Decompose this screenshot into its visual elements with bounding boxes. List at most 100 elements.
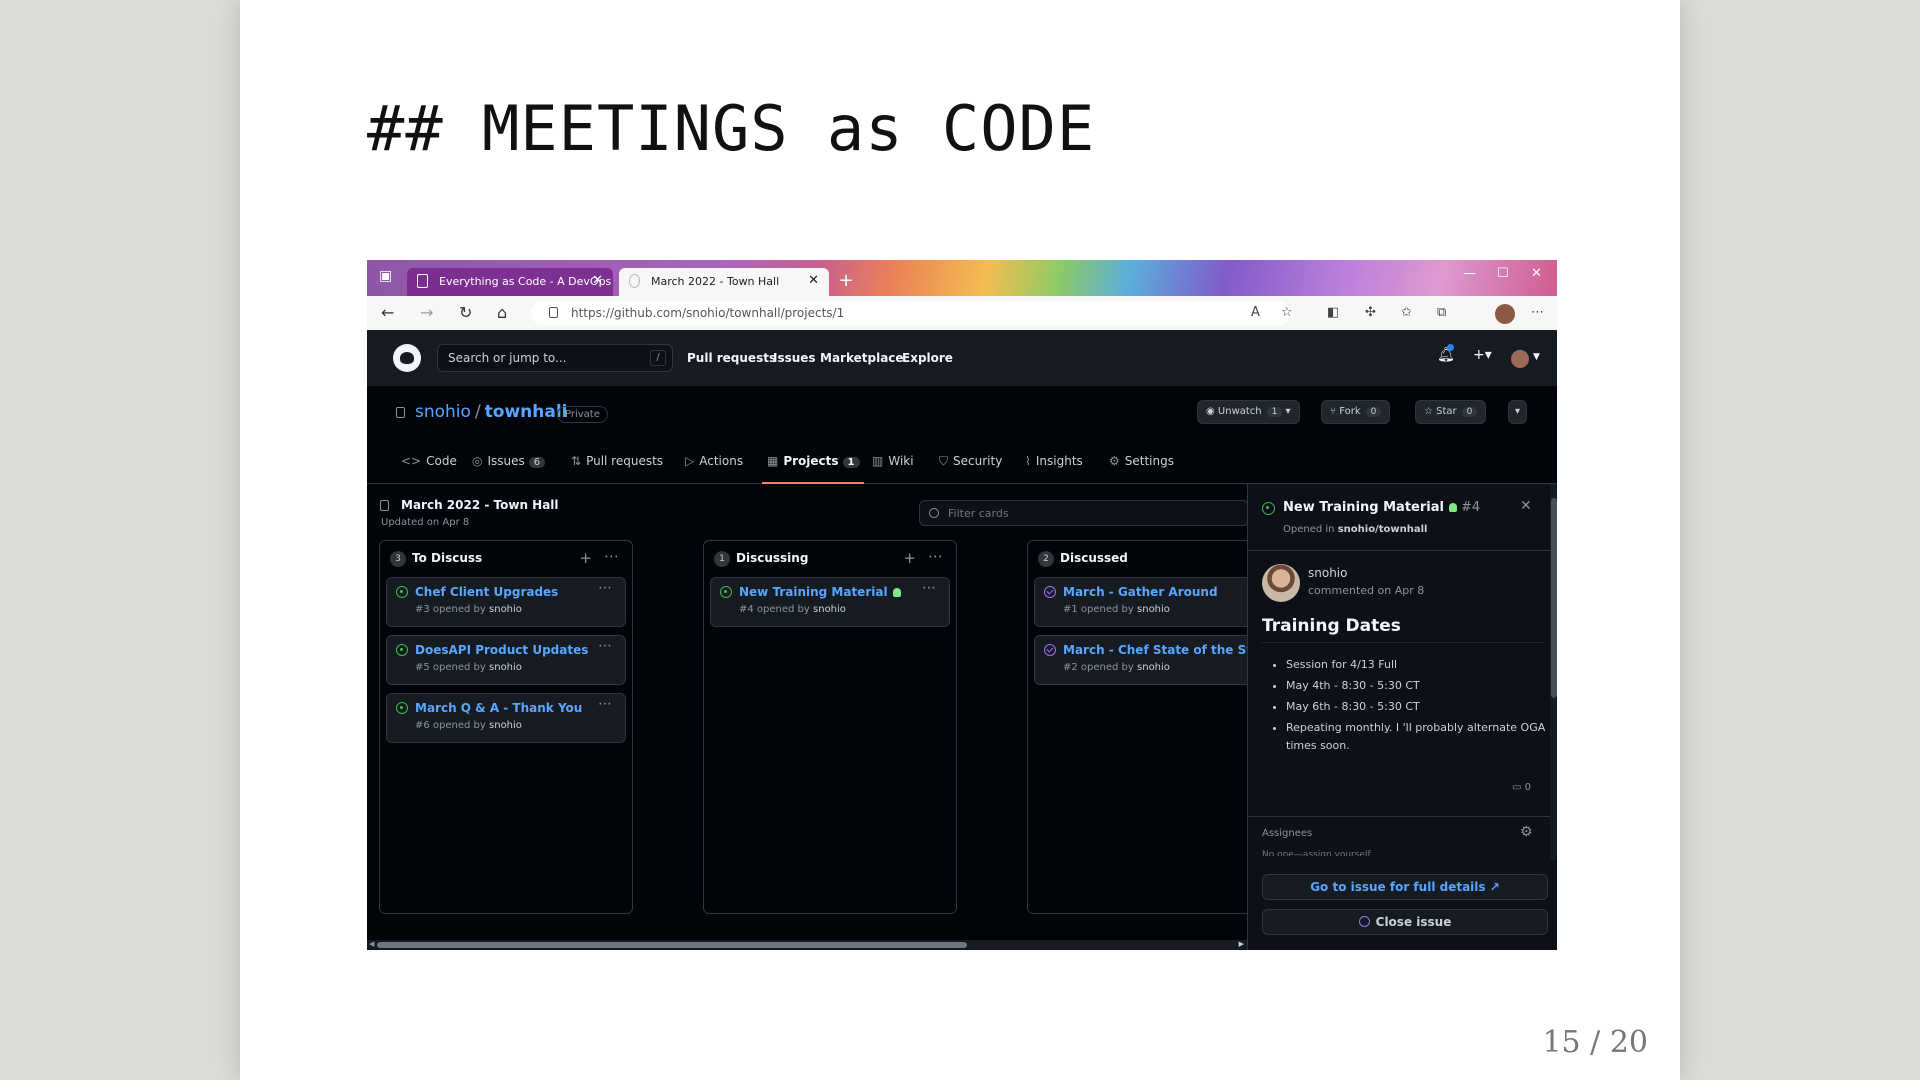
star-dropdown-button[interactable]: ▾ — [1508, 400, 1528, 424]
tab-security[interactable]: ⛉ Security — [939, 454, 1002, 469]
nav-explore[interactable]: Explore — [902, 351, 953, 365]
more-icon[interactable]: ⋯ — [1531, 305, 1544, 320]
avatar[interactable] — [1511, 350, 1529, 368]
card-menu-icon[interactable]: ⋯ — [598, 580, 613, 596]
card-author[interactable]: snohio — [1137, 662, 1170, 673]
nav-marketplace[interactable]: Marketplace — [820, 351, 904, 365]
assignees-value[interactable]: No one—assign yourself — [1262, 850, 1371, 856]
browser-tab-inactive[interactable]: Everything as Code - A DevOps I ✕ — [407, 268, 613, 296]
add-card-button[interactable]: + — [579, 549, 592, 567]
gear-icon[interactable]: ⚙ — [1520, 824, 1533, 840]
issue-card[interactable]: New Training Material #4 opened by snohi… — [710, 577, 950, 627]
card-author[interactable]: snohio — [489, 604, 522, 615]
pull-request-icon: ⇅ — [571, 454, 582, 468]
chevron-down-icon[interactable]: ▼ — [1533, 352, 1540, 362]
visibility-badge: Private — [557, 406, 608, 423]
card-author[interactable]: snohio — [813, 604, 846, 615]
search-input[interactable]: Search or jump to... / — [437, 344, 673, 372]
card-author[interactable]: snohio — [1137, 604, 1170, 615]
create-new-icon[interactable]: +▾ — [1473, 347, 1492, 363]
tab-pull-requests[interactable]: ⇅ Pull requests — [571, 454, 663, 468]
tab-projects[interactable]: ▦ Projects 1 — [767, 454, 860, 468]
scrollbar-thumb[interactable] — [1551, 498, 1557, 698]
card-title[interactable]: March - Chef State of the State — [1063, 643, 1274, 657]
card-meta: #5 opened by snohio — [415, 662, 522, 673]
comment-count[interactable]: ▭ 0 — [1512, 782, 1531, 793]
forward-icon[interactable]: → — [420, 303, 433, 322]
tab-insights[interactable]: ⌇ Insights — [1025, 454, 1083, 468]
nav-pull-requests[interactable]: Pull requests — [687, 351, 776, 365]
card-menu-icon[interactable]: ⋯ — [598, 638, 613, 654]
scroll-left-icon[interactable]: ◀ — [369, 940, 374, 948]
go-to-issue-button[interactable]: Go to issue for full details ↗ — [1262, 874, 1548, 900]
issue-card[interactable]: DoesAPI Product Updates #5 opened by sno… — [386, 635, 626, 685]
new-tab-button[interactable]: + — [835, 272, 857, 292]
issue-card[interactable]: March - Chef State of the State #2 opene… — [1034, 635, 1274, 685]
tab-actions[interactable]: ▷ Actions — [685, 454, 743, 468]
horizontal-scrollbar[interactable]: ◀ ▶ — [367, 940, 1247, 950]
slide: ## MEETINGS as CODE ▣ Everything as Code… — [240, 0, 1680, 1080]
avatar[interactable] — [1262, 564, 1300, 602]
card-author[interactable]: snohio — [489, 720, 522, 731]
home-icon[interactable]: ⌂ — [497, 303, 507, 322]
card-meta: #3 opened by snohio — [415, 604, 522, 615]
nav-issues[interactable]: Issues — [773, 351, 816, 365]
lock-icon — [549, 307, 558, 318]
card-title[interactable]: March - Gather Around — [1063, 585, 1218, 599]
maximize-icon[interactable]: ☐ — [1497, 266, 1509, 281]
card-title[interactable]: March Q & A - Thank You — [415, 701, 582, 715]
github-logo-icon[interactable] — [393, 344, 421, 372]
column-count: 3 — [390, 551, 406, 567]
scroll-right-icon[interactable]: ▶ — [1239, 940, 1244, 948]
close-tab-icon[interactable]: ✕ — [592, 273, 603, 288]
card-menu-icon[interactable]: ⋯ — [922, 580, 937, 596]
add-card-button[interactable]: + — [903, 549, 916, 567]
card-meta-prefix: #1 opened by — [1063, 604, 1134, 615]
open-issue-icon — [396, 586, 408, 598]
scrollbar-thumb[interactable] — [377, 942, 967, 948]
extension-icon[interactable]: ◧ — [1327, 305, 1339, 320]
repo-name-link[interactable]: townhall — [485, 402, 568, 422]
read-aloud-icon[interactable]: A — [1251, 305, 1260, 320]
tab-actions-icon[interactable]: ▣ — [379, 268, 392, 284]
back-icon[interactable]: ← — [381, 303, 394, 322]
star-button[interactable]: ☆ Star 0 — [1415, 400, 1487, 424]
card-title[interactable]: Chef Client Upgrades — [415, 585, 558, 599]
issue-card[interactable]: March Q & A - Thank You #6 opened by sno… — [386, 693, 626, 743]
filter-cards-input[interactable]: Filter cards — [919, 500, 1249, 526]
repo-header: snohio / townhall Private ◉ Unwatch 1 ▾ ⑂ F… — [367, 386, 1557, 484]
card-menu-icon[interactable]: ⋯ — [598, 696, 613, 712]
card-meta-prefix: #5 opened by — [415, 662, 486, 673]
issue-card[interactable]: Chef Client Upgrades #3 opened by snohio… — [386, 577, 626, 627]
close-icon[interactable]: ✕ — [1520, 498, 1532, 514]
collections-icon[interactable]: ⧉ — [1437, 305, 1446, 320]
close-window-icon[interactable]: ✕ — [1531, 266, 1542, 281]
close-issue-button[interactable]: Close issue — [1262, 909, 1548, 935]
card-title[interactable]: New Training Material — [739, 585, 901, 599]
issue-card[interactable]: March - Gather Around #1 opened by snohi… — [1034, 577, 1274, 627]
profile-avatar[interactable] — [1495, 304, 1515, 324]
card-title-text: New Training Material — [739, 585, 888, 599]
tab-wiki[interactable]: ▥ Wiki — [872, 454, 914, 468]
puzzle-icon[interactable]: ✣ — [1365, 305, 1376, 320]
column-menu-icon[interactable]: ⋯ — [604, 547, 620, 565]
card-title[interactable]: DoesAPI Product Updates — [415, 643, 588, 657]
favorites-bar-icon[interactable]: ✩ — [1401, 305, 1412, 320]
browser-tab-active[interactable]: March 2022 - Town Hall ✕ — [619, 268, 829, 296]
tab-issues[interactable]: ◎ Issues 6 — [472, 454, 546, 468]
column-menu-icon[interactable]: ⋯ — [928, 547, 944, 565]
favorite-icon[interactable]: ☆ — [1281, 305, 1293, 320]
opened-repo-link[interactable]: snohio/townhall — [1338, 524, 1428, 535]
unwatch-button[interactable]: ◉ Unwatch 1 ▾ — [1197, 400, 1300, 424]
tab-settings[interactable]: ⚙ Settings — [1109, 454, 1174, 468]
fork-button[interactable]: ⑂ Fork 0 — [1321, 400, 1391, 424]
url-field[interactable]: https://github.com/snohio/townhall/proje… — [531, 301, 1291, 325]
tab-code[interactable]: <> Code — [401, 454, 457, 468]
minimize-icon[interactable]: — — [1463, 266, 1476, 281]
close-tab-icon[interactable]: ✕ — [808, 273, 819, 288]
card-author[interactable]: snohio — [489, 662, 522, 673]
repo-owner-link[interactable]: snohio — [415, 402, 471, 422]
vertical-scrollbar[interactable] — [1550, 484, 1557, 860]
comment-author[interactable]: snohio — [1308, 566, 1347, 580]
refresh-icon[interactable]: ↻ — [459, 303, 472, 322]
